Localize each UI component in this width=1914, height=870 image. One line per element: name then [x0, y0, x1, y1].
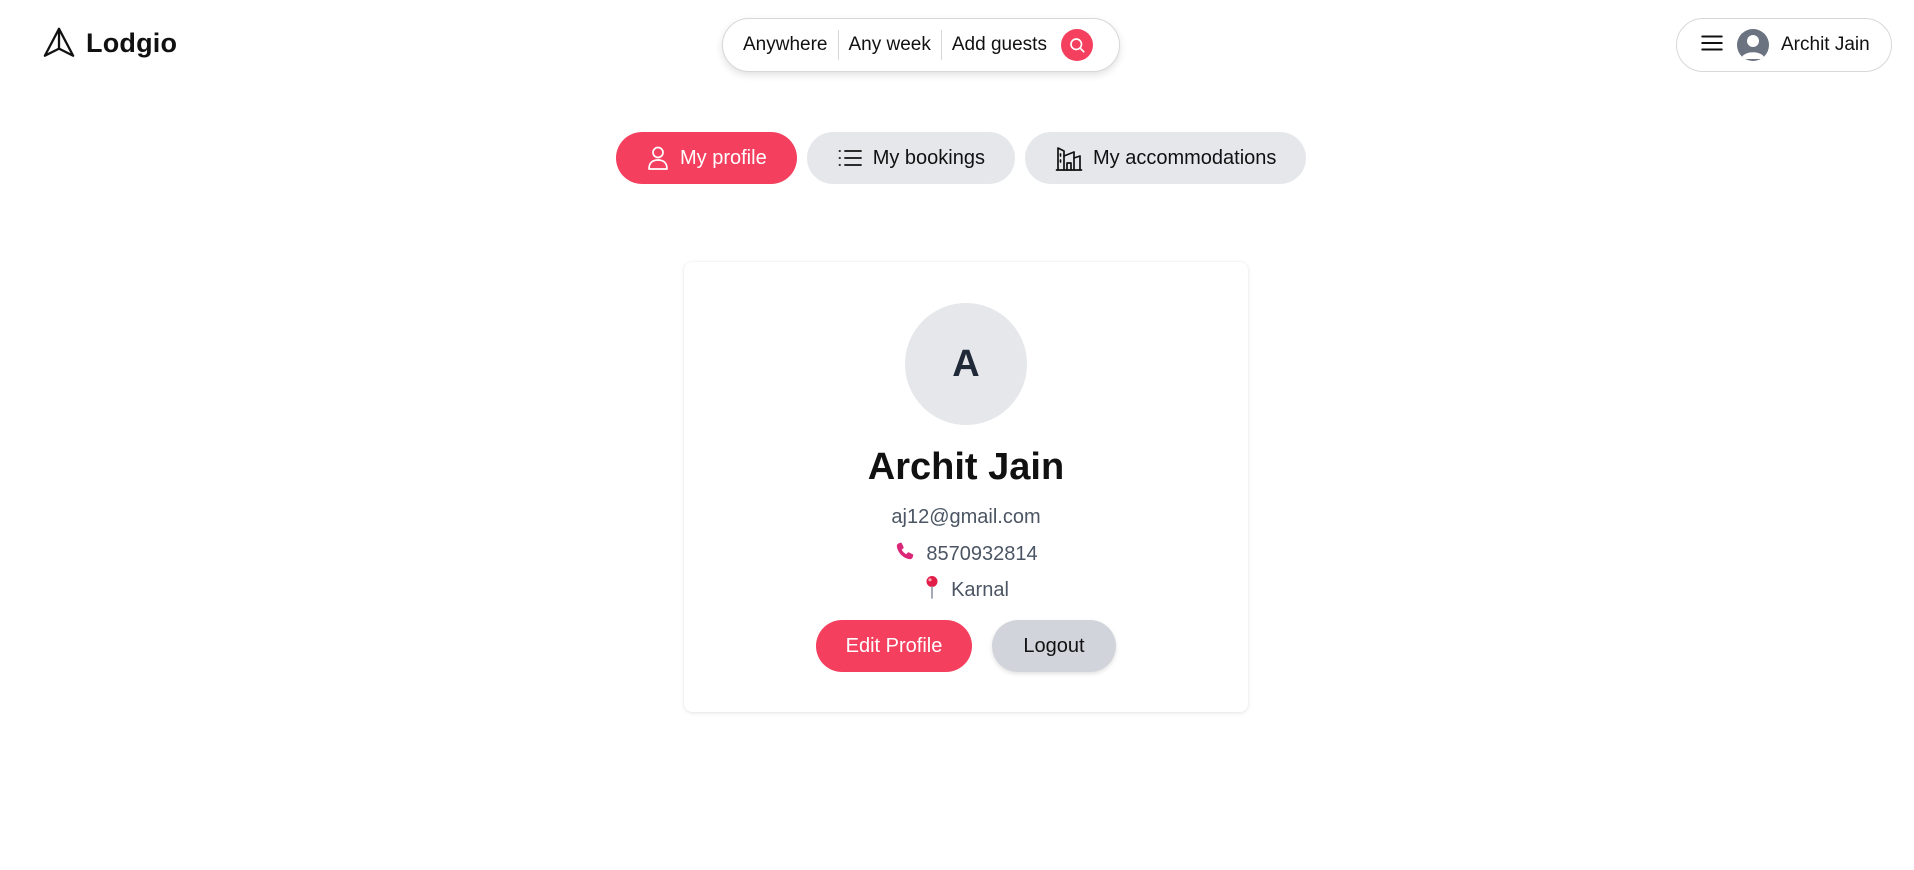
search-location[interactable]: Anywhere — [743, 34, 838, 56]
edit-profile-button[interactable]: Edit Profile — [816, 620, 972, 672]
brand-logo[interactable]: Lodgio — [42, 26, 177, 60]
profile-phone: 8570932814 — [926, 542, 1038, 565]
profile-location: Karnal — [951, 578, 1009, 601]
profile-email: aj12@gmail.com — [891, 506, 1041, 528]
paper-plane-icon — [42, 26, 76, 60]
profile-name: Archit Jain — [867, 446, 1065, 488]
profile-phone-row: 8570932814 — [684, 540, 1248, 568]
account-tabs: My profile My bookings My accommodations — [616, 132, 1307, 184]
building-icon — [1055, 144, 1083, 172]
user-icon — [646, 145, 670, 171]
pushpin-icon — [923, 575, 941, 605]
profile-location-row: Karnal — [684, 575, 1248, 605]
tab-label: My accommodations — [1092, 146, 1277, 169]
profile-actions: Edit Profile Logout — [816, 620, 1116, 672]
search-guests[interactable]: Add guests — [942, 34, 1057, 56]
tab-my-profile[interactable]: My profile — [616, 132, 797, 184]
top-navbar: Lodgio Anywhere Any week Add guests Arch… — [0, 0, 1914, 96]
search-icon — [1070, 38, 1085, 53]
profile-card: A Archit Jain aj12@gmail.com 8570932814 … — [684, 262, 1248, 712]
tab-my-accommodations[interactable]: My accommodations — [1024, 132, 1307, 184]
user-name: Archit Jain — [1781, 34, 1870, 55]
tab-label: My bookings — [872, 146, 985, 169]
logout-button[interactable]: Logout — [992, 620, 1116, 672]
brand-name: Lodgio — [86, 27, 178, 58]
profile-avatar: A — [905, 303, 1027, 425]
user-menu-button[interactable]: Archit Jain — [1676, 18, 1892, 72]
tab-label: My profile — [680, 146, 767, 169]
list-icon — [837, 146, 863, 170]
search-button[interactable] — [1060, 29, 1093, 61]
search-bar[interactable]: Anywhere Any week Add guests — [722, 18, 1120, 72]
tab-my-bookings[interactable]: My bookings — [806, 132, 1015, 184]
phone-icon — [894, 540, 916, 568]
user-avatar-icon — [1737, 29, 1769, 61]
hamburger-menu-icon — [1699, 30, 1725, 61]
search-dates[interactable]: Any week — [839, 34, 941, 56]
